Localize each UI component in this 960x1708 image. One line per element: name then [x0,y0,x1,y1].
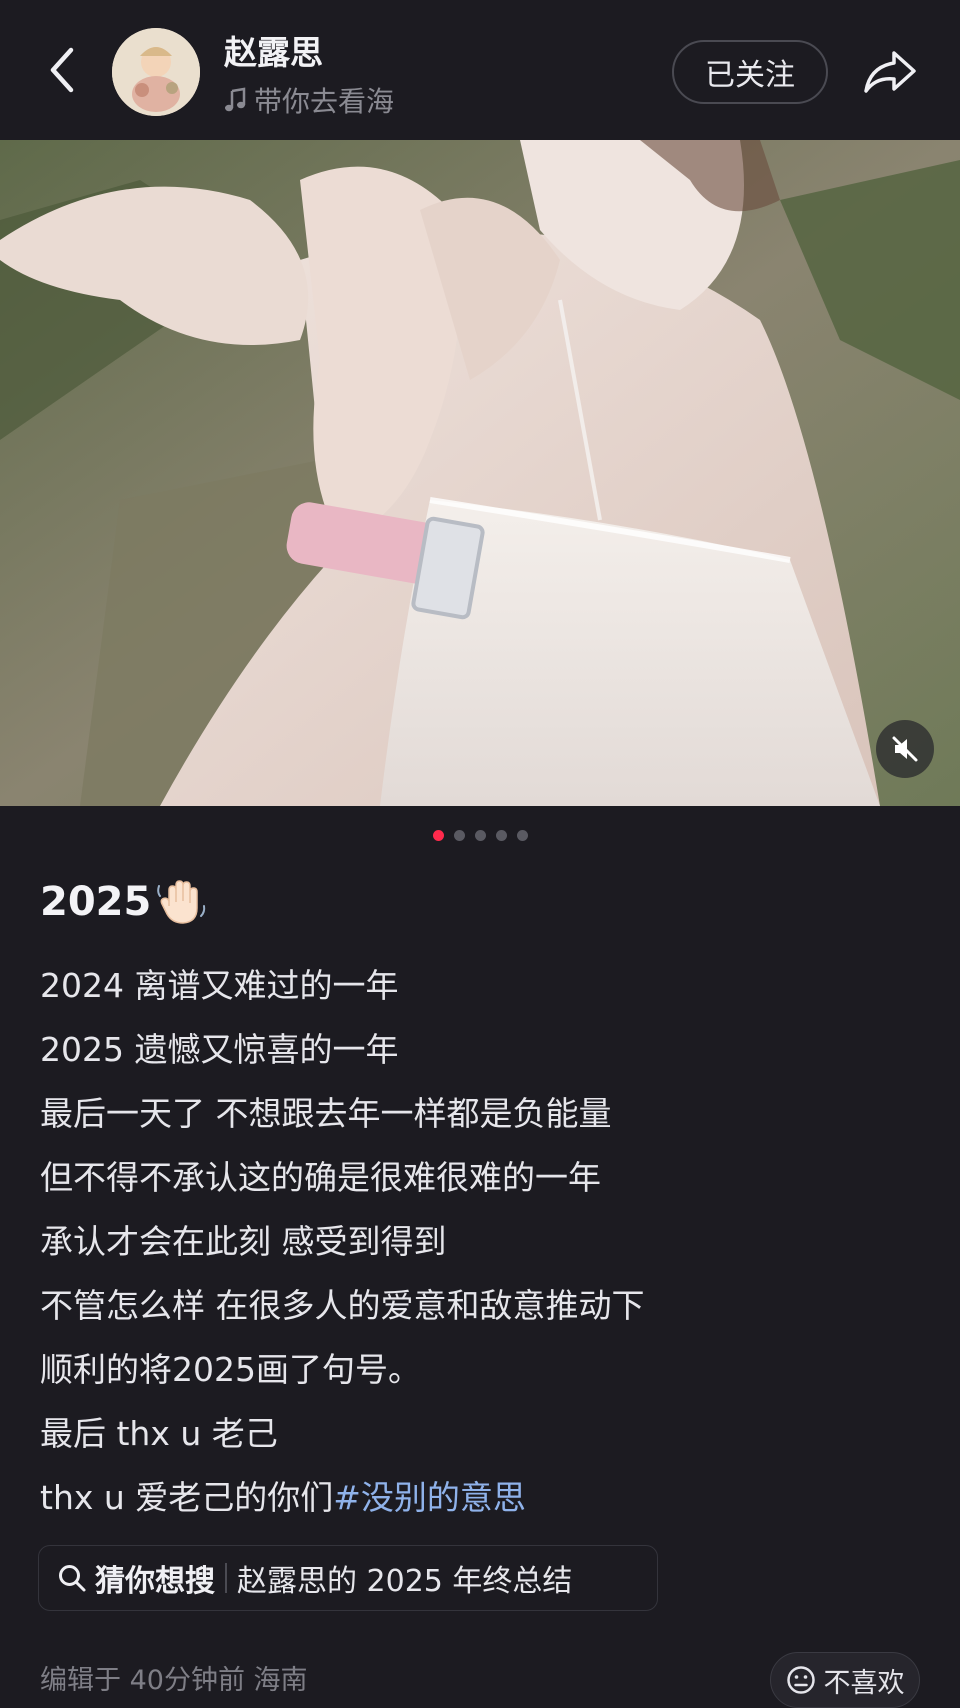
music-tag[interactable]: 带你去看海 [224,80,394,120]
author-name[interactable]: 赵露思 [224,26,323,74]
follow-button[interactable]: 已关注 [672,40,828,104]
share-button[interactable] [858,40,922,104]
music-note-icon [225,87,246,112]
carousel-dot[interactable] [516,830,528,841]
body-line: 不管怎么样 在很多人的爱意和敌意推动下 [40,1286,645,1325]
speaker-muted-icon [892,736,918,762]
body-line: 承认才会在此刻 感受到得到 [40,1222,447,1261]
carousel-dot-active[interactable] [432,830,444,841]
body-line: 但不得不承认这的确是很难很难的一年 [40,1158,601,1197]
back-button[interactable] [36,44,88,96]
carousel-dot[interactable] [474,830,486,841]
music-title: 带你去看海 [254,85,395,118]
dislike-button[interactable]: 不喜欢 [770,1652,920,1708]
neutral-face-icon [786,1666,815,1694]
photo-image [0,140,960,806]
dislike-label: 不喜欢 [823,1667,905,1699]
avatar-image [112,28,200,116]
body-line-text: thx u 爱老己的你们 [40,1478,334,1517]
body-line: 最后 thx u 老己 [40,1414,278,1453]
body-line: 2024 离谱又难过的一年 [40,966,399,1005]
post-photo[interactable] [0,140,960,806]
post-body: 2024 离谱又难过的一年 2025 遗憾又惊喜的一年 最后一天了 不想跟去年一… [40,954,920,1530]
chevron-left-icon [50,47,74,93]
carousel-dot[interactable] [453,830,465,841]
carousel-dot[interactable] [495,830,507,841]
mute-toggle-button[interactable] [876,720,934,778]
top-bar: 赵露思 带你去看海 已关注 [0,0,960,140]
hashtag-link[interactable]: #没别的意思 [333,1478,526,1517]
suggest-divider [225,1563,227,1593]
body-line: 2025 遗憾又惊喜的一年 [40,1030,399,1069]
body-line: 顺利的将2025画了句号。 [40,1350,421,1389]
body-line: 最后一天了 不想跟去年一样都是负能量 [40,1094,612,1133]
suggest-query: 赵露思的 2025 年终总结 [237,1564,573,1599]
post-title-text: 2025 [40,879,152,925]
share-arrow-icon [864,51,916,93]
carousel-indicator [0,830,960,841]
body-line-last: thx u 爱老己的你们#没别的意思 [40,1466,920,1530]
suggest-label: 猜你想搜 [95,1564,215,1599]
post-meta: 编辑于 40分钟前 海南 [40,1665,308,1696]
suggested-search[interactable]: 猜你想搜 赵露思的 2025 年终总结 [38,1545,658,1611]
search-icon [59,1565,86,1592]
post-title: 2025 [40,876,207,928]
avatar[interactable] [112,28,200,116]
waving-hand-icon [157,880,206,924]
